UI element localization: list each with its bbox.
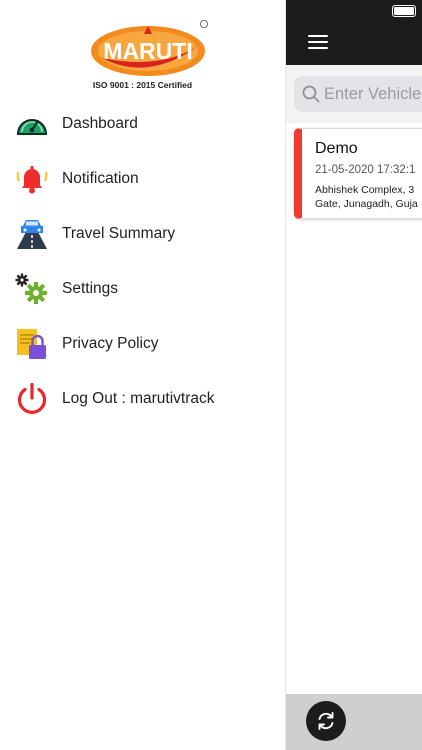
battery-icon — [392, 5, 416, 17]
vehicle-datetime: 21-05-2020 17:32:1 — [315, 164, 416, 176]
vehicle-card[interactable]: Demo 21-05-2020 17:32:1 Abhishek Complex… — [294, 128, 422, 219]
top-bar — [286, 0, 422, 65]
refresh-icon — [318, 712, 334, 730]
search-bar — [286, 65, 422, 123]
menu-item-privacy-policy[interactable]: Privacy Policy — [0, 324, 285, 364]
vehicle-address-line2: Gate, Junagadh, Guja — [315, 198, 418, 210]
iso-certification-text: ISO 9001 : 2015 Certified — [92, 80, 193, 90]
speedometer-icon — [14, 108, 50, 140]
menu-item-label: Privacy Policy — [62, 335, 159, 352]
navigation-drawer: MARUTI ISO 9001 : 2015 Certified Dashboa… — [0, 0, 285, 750]
menu-item-notification[interactable]: Notification — [0, 159, 285, 199]
refresh-button[interactable] — [306, 701, 346, 741]
vehicle-search-input[interactable] — [324, 76, 422, 112]
menu-item-settings[interactable]: Settings — [0, 269, 285, 309]
menu-item-travel-summary[interactable]: Travel Summary — [0, 214, 285, 254]
svg-text:MARUTI: MARUTI — [103, 38, 192, 64]
vehicle-name: Demo — [315, 140, 358, 157]
search-icon — [302, 85, 320, 103]
bottom-bar — [286, 694, 422, 750]
menu-item-label: Log Out : marutivtrack — [62, 390, 215, 407]
vehicle-address-line1: Abhishek Complex, 3 — [315, 184, 415, 196]
menu-item-label: Notification — [62, 170, 139, 187]
main-screen: Demo 21-05-2020 17:32:1 Abhishek Complex… — [285, 0, 422, 750]
search-box[interactable] — [294, 76, 422, 112]
menu-item-label: Settings — [62, 280, 119, 297]
power-icon — [14, 382, 50, 415]
menu-item-dashboard[interactable]: Dashboard — [0, 104, 285, 144]
document-lock-icon — [14, 328, 50, 360]
menu-item-logout[interactable]: Log Out : marutivtrack — [0, 379, 285, 419]
hamburger-menu-icon[interactable] — [308, 35, 328, 50]
gears-icon — [14, 273, 50, 305]
car-road-icon — [14, 218, 50, 250]
menu-item-label: Travel Summary — [62, 225, 176, 242]
bell-icon — [14, 163, 50, 195]
menu-item-label: Dashboard — [62, 115, 138, 132]
